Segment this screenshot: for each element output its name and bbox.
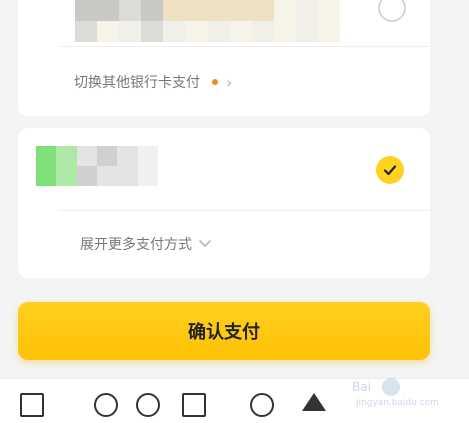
- check-icon[interactable]: [376, 156, 404, 184]
- chevron-right-icon: ›: [226, 72, 233, 92]
- expand-more-label: 展开更多支付方式: [80, 237, 192, 253]
- bank-card-option[interactable]: 切换其他银行卡支付 ›: [18, 0, 430, 116]
- triangle-icon[interactable]: [302, 393, 326, 411]
- divider: [58, 210, 430, 211]
- payment-info-blurred: [36, 146, 158, 186]
- notification-dot: [212, 79, 218, 85]
- selected-payment-option[interactable]: 展开更多支付方式: [18, 128, 430, 278]
- paw-icon: [382, 378, 400, 396]
- square-icon[interactable]: [182, 393, 206, 417]
- expand-more-methods-link[interactable]: 展开更多支付方式: [80, 228, 212, 260]
- circle-icon[interactable]: [94, 393, 118, 417]
- checkmark-icon: [383, 165, 397, 176]
- square-icon[interactable]: [20, 393, 44, 417]
- watermark-brand: Bai: [352, 380, 371, 394]
- baidu-watermark: Bai jingyan.baidu.com: [352, 376, 462, 410]
- divider: [58, 46, 430, 47]
- radio-unselected[interactable]: [378, 0, 406, 22]
- switch-bank-card-link[interactable]: 切换其他银行卡支付 ›: [74, 66, 232, 98]
- chevron-down-icon: [199, 240, 211, 247]
- watermark-sub: jingyan.baidu.com: [356, 398, 440, 408]
- circle-icon[interactable]: [250, 393, 274, 417]
- payment-page: 切换其他银行卡支付 › 展开更多支付方式 确认支付 Bai jingyan.ba…: [0, 0, 469, 423]
- circle-icon[interactable]: [136, 393, 160, 417]
- confirm-payment-button[interactable]: 确认支付: [18, 302, 430, 360]
- switch-bank-card-label: 切换其他银行卡支付: [74, 75, 200, 91]
- card-info-blurred: [75, 0, 340, 42]
